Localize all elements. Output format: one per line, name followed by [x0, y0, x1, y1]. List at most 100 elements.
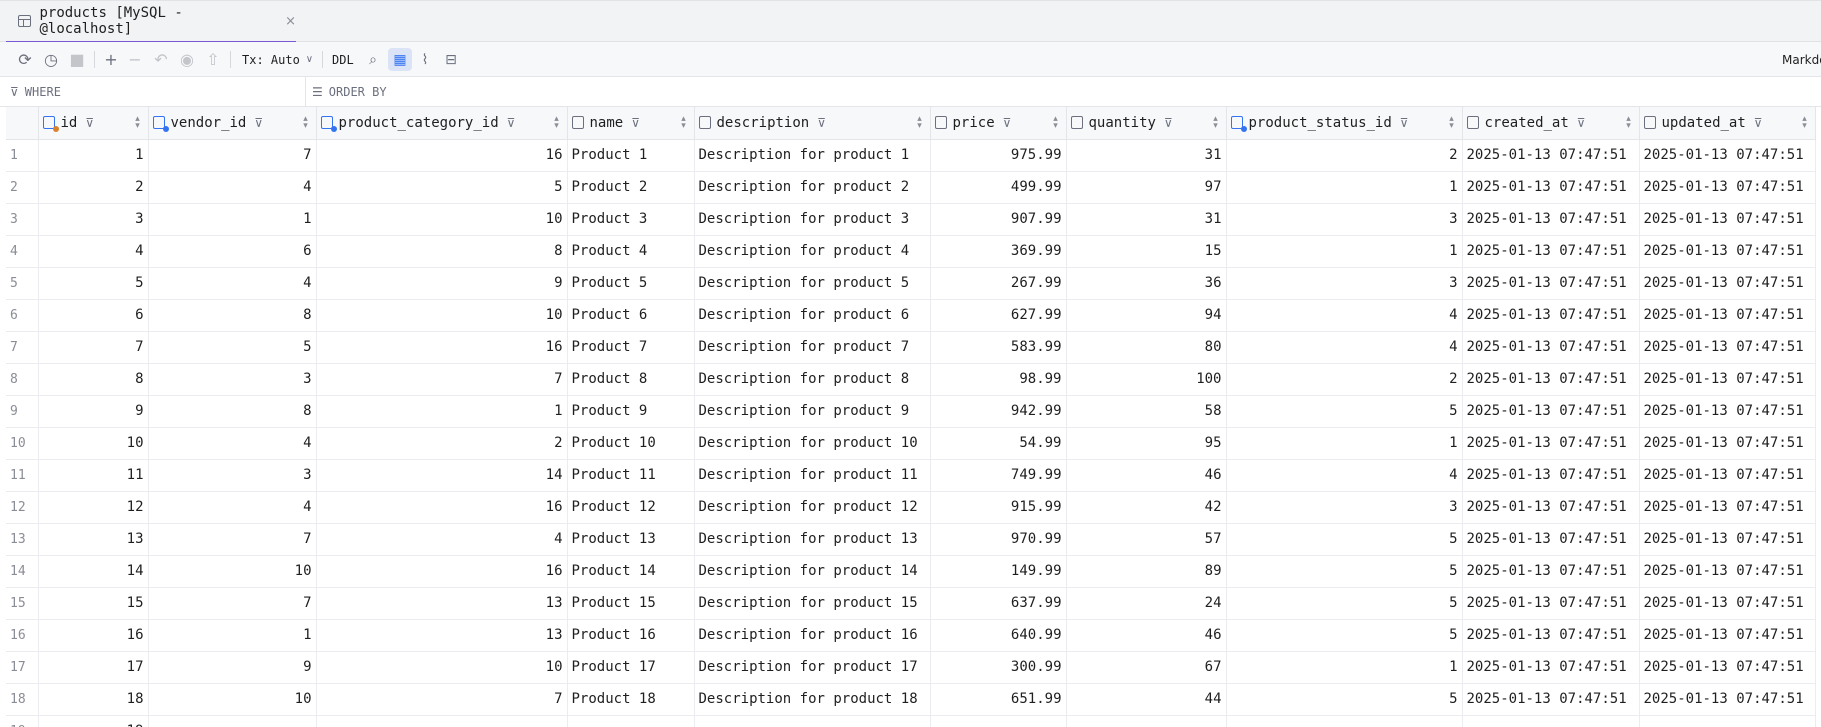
stop-icon[interactable]: ■ [66, 42, 88, 77]
sort-icon[interactable]: ▴ ▾ [916, 115, 924, 131]
cell-product-category-id[interactable]: 10 [316, 203, 568, 236]
cell-product-status-id[interactable]: 5 [1226, 395, 1463, 428]
cell-vendor-id[interactable]: 9 [148, 651, 317, 684]
cell-description[interactable]: Description for product 12 [694, 491, 931, 524]
cell-product-category-id[interactable]: 10 [316, 299, 568, 332]
cell-created-at[interactable]: 2025-01-13 07:47:51 [1462, 203, 1640, 236]
cell-description[interactable]: Description for product 11 [694, 459, 931, 492]
cell-id[interactable]: 4 [38, 235, 149, 268]
cell-updated-at[interactable]: 2025-01-13 07:47:51 [1639, 331, 1816, 364]
ddl-button[interactable]: DDL [332, 42, 354, 77]
revert-icon[interactable]: ↶ [150, 42, 172, 77]
column-header-updated-at[interactable]: updated_at ⊽ ▴ ▾ [1639, 107, 1816, 140]
cell-vendor-id[interactable]: 3 [148, 363, 317, 396]
cell-quantity[interactable]: 31 [1066, 203, 1227, 236]
cell-product-status-id[interactable]: 5 [1226, 619, 1463, 652]
table-row[interactable]: 14 14 10 16 Product 14 Description for produc… [6, 555, 1816, 588]
cell-quantity[interactable]: 57 [1066, 523, 1227, 556]
cell-quantity[interactable] [1066, 715, 1227, 727]
cell-updated-at[interactable]: 2025-01-13 07:47:51 [1639, 587, 1816, 620]
cell-id[interactable]: 16 [38, 619, 149, 652]
cell-name[interactable]: Product 17 [567, 651, 695, 684]
cell-id[interactable]: 14 [38, 555, 149, 588]
table-row[interactable]: 1919 [6, 715, 1816, 727]
cell-vendor-id[interactable]: 1 [148, 203, 317, 236]
cell-id[interactable]: 15 [38, 587, 149, 620]
cell-quantity[interactable]: 95 [1066, 427, 1227, 460]
cell-product-category-id[interactable]: 9 [316, 267, 568, 300]
cell-description[interactable]: Description for product 18 [694, 683, 931, 716]
column-filter-icon[interactable]: ⊽ [1400, 116, 1409, 130]
sort-icon[interactable]: ▴ ▾ [553, 115, 561, 131]
column-header-price[interactable]: price ⊽ ▴ ▾ [930, 107, 1067, 140]
cell-id[interactable]: 7 [38, 331, 149, 364]
cell-created-at[interactable]: 2025-01-13 07:47:51 [1462, 395, 1640, 428]
column-header-product-status-id[interactable]: product_status_id ⊽ ▴ ▾ [1226, 107, 1463, 140]
column-filter-icon[interactable]: ⊽ [85, 116, 94, 130]
cell-name[interactable]: Product 18 [567, 683, 695, 716]
cell-vendor-id[interactable]: 8 [148, 395, 317, 428]
cell-id[interactable]: 17 [38, 651, 149, 684]
table-row[interactable]: 3 3 1 10 Product 3 Description for product 39… [6, 203, 1816, 236]
table-row[interactable]: 2 2 4 5 Product 2 Description for product 2 49… [6, 171, 1816, 204]
cell-description[interactable]: Description for product 16 [694, 619, 931, 652]
cell-product-status-id[interactable]: 5 [1226, 523, 1463, 556]
cell-name[interactable]: Product 9 [567, 395, 695, 428]
cell-name[interactable]: Product 1 [567, 139, 695, 172]
cell-price[interactable]: 499.99 [930, 171, 1067, 204]
refresh-icon[interactable]: ⟳ [14, 42, 36, 77]
table-row[interactable]: 11 11 3 14 Product 11 Description for product… [6, 459, 1816, 492]
cell-vendor-id[interactable]: 8 [148, 299, 317, 332]
cell-price[interactable]: 627.99 [930, 299, 1067, 332]
cell-price[interactable]: 583.99 [930, 331, 1067, 364]
table-row[interactable]: 13 13 7 4 Product 13 Description for product … [6, 523, 1816, 556]
table-row[interactable]: 4 4 6 8 Product 4 Description for product 4 36… [6, 235, 1816, 268]
cell-quantity[interactable]: 80 [1066, 331, 1227, 364]
cell-product-category-id[interactable]: 10 [316, 651, 568, 684]
cell-description[interactable] [694, 715, 931, 727]
cell-product-category-id[interactable]: 1 [316, 395, 568, 428]
cell-quantity[interactable]: 67 [1066, 651, 1227, 684]
cell-updated-at[interactable]: 2025-01-13 07:47:51 [1639, 651, 1816, 684]
cell-vendor-id[interactable]: 4 [148, 427, 317, 460]
cell-id[interactable]: 2 [38, 171, 149, 204]
cell-price[interactable]: 749.99 [930, 459, 1067, 492]
cell-vendor-id[interactable]: 7 [148, 139, 317, 172]
column-header-vendor-id[interactable]: vendor_id ⊽ ▴ ▾ [148, 107, 317, 140]
cell-name[interactable]: Product 10 [567, 427, 695, 460]
column-filter-icon[interactable]: ⊽ [1003, 116, 1012, 130]
cell-description[interactable]: Description for product 10 [694, 427, 931, 460]
cell-created-at[interactable]: 2025-01-13 07:47:51 [1462, 331, 1640, 364]
cell-vendor-id[interactable]: 7 [148, 523, 317, 556]
table-row[interactable]: 16 16 1 13 Product 16 Description for product… [6, 619, 1816, 652]
cell-name[interactable]: Product 8 [567, 363, 695, 396]
cell-product-status-id[interactable]: 1 [1226, 651, 1463, 684]
cell-product-status-id[interactable]: 4 [1226, 459, 1463, 492]
column-header-product-category-id[interactable]: product_category_id ⊽ ▴ ▾ [316, 107, 568, 140]
close-icon[interactable]: × [285, 14, 296, 29]
cell-created-at[interactable]: 2025-01-13 07:47:51 [1462, 267, 1640, 300]
cell-vendor-id[interactable]: 5 [148, 331, 317, 364]
cell-product-category-id[interactable] [316, 715, 568, 727]
cell-updated-at[interactable]: 2025-01-13 07:47:51 [1639, 235, 1816, 268]
cell-updated-at[interactable]: 2025-01-13 07:47:51 [1639, 555, 1816, 588]
cell-quantity[interactable]: 42 [1066, 491, 1227, 524]
column-filter-icon[interactable]: ⊽ [1754, 116, 1763, 130]
cell-name[interactable]: Product 13 [567, 523, 695, 556]
cell-product-status-id[interactable]: 2 [1226, 363, 1463, 396]
cell-description[interactable]: Description for product 9 [694, 395, 931, 428]
column-filter-icon[interactable]: ⊽ [631, 116, 640, 130]
cell-description[interactable]: Description for product 17 [694, 651, 931, 684]
add-row-icon[interactable]: + [100, 42, 122, 77]
cell-updated-at[interactable]: 2025-01-13 07:47:51 [1639, 491, 1816, 524]
cell-vendor-id[interactable]: 4 [148, 267, 317, 300]
cell-product-category-id[interactable]: 16 [316, 491, 568, 524]
cell-created-at[interactable]: 2025-01-13 07:47:51 [1462, 299, 1640, 332]
cell-id[interactable]: 9 [38, 395, 149, 428]
cell-price[interactable]: 907.99 [930, 203, 1067, 236]
cell-product-category-id[interactable]: 7 [316, 363, 568, 396]
cell-id[interactable]: 13 [38, 523, 149, 556]
cell-updated-at[interactable]: 2025-01-13 07:47:51 [1639, 171, 1816, 204]
cell-quantity[interactable]: 24 [1066, 587, 1227, 620]
table-row[interactable]: 6 6 8 10 Product 6 Description for product 66… [6, 299, 1816, 332]
